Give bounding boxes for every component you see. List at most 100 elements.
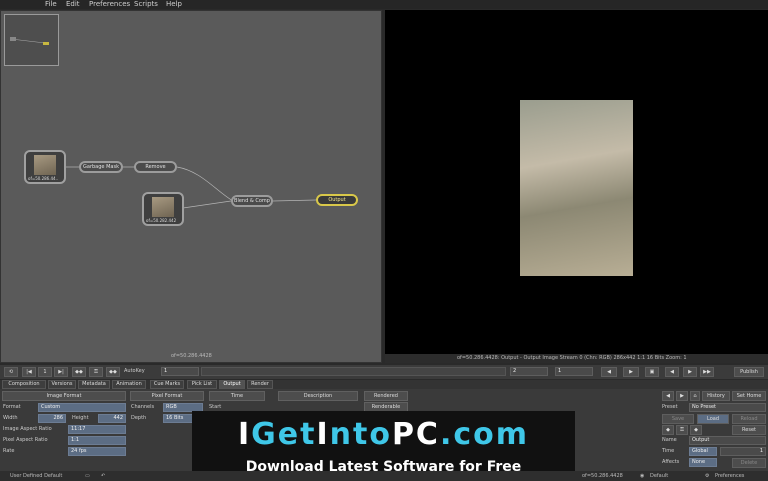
menu-help[interactable]: Help [166,0,182,9]
image-aspect-field[interactable]: 11:17 [68,425,126,434]
viewer-status: of=50.286.4428: Output - Output Image St… [385,354,768,363]
source-node-1[interactable]: of=50.286.44.. [24,150,66,184]
node-connections [63,166,317,209]
tab-animation[interactable]: Animation [112,380,146,389]
menu-preferences[interactable]: Preferences [89,0,130,9]
preferences-icon: ⚙ [705,473,710,479]
preferences-label[interactable]: Preferences [715,471,744,481]
logo-part: PC [391,417,440,452]
autokey-label[interactable]: AutoKey [124,368,145,374]
menu-scripts[interactable]: Scripts [134,0,158,9]
frame-end-field[interactable]: 1 [555,367,593,376]
property-tabs: Composition Versions Metadata Animation … [0,380,768,389]
rate-select[interactable]: 24 fps [68,447,126,456]
keyframe-next-button[interactable]: ◆◆ [106,367,120,377]
height-field[interactable]: 442 [98,414,126,423]
logo-part: nto [329,417,392,452]
menu-bar: File Edit Preferences Scripts Help [0,0,768,9]
tab-metadata[interactable]: Metadata [78,380,110,389]
key-icon[interactable]: ⚿ [676,425,688,435]
frame-one-button[interactable]: 1 [38,367,52,377]
globe-icon: ◉ [640,473,645,479]
default-label[interactable]: Default [650,471,668,481]
tab-pick-list[interactable]: Pick List [187,380,217,389]
height-label: Height [72,415,89,421]
description-header: Description [278,391,358,401]
fast-forward-button[interactable]: ▶▶ [700,367,714,377]
preset-select[interactable]: No Preset [689,403,766,412]
width-field[interactable]: 286 [38,414,66,423]
status-bar: User Defined Default ▭ ↶ of=50.286.4428 … [0,471,768,481]
rate-label: Rate [3,448,15,454]
reload-preset-button[interactable]: Reload [732,414,766,424]
keyframe-icon[interactable]: ◆ [662,425,674,435]
name-field[interactable]: Output [689,436,766,445]
node-remove[interactable]: Remove [134,161,177,173]
pixel-aspect-field[interactable]: 1:1 [68,436,126,445]
affects-select[interactable]: None [689,458,717,467]
tab-output[interactable]: Output [219,380,245,389]
source-node-2[interactable]: of=50.282.442 [142,192,184,226]
node-graph-status: of=50.286.4428 [171,353,212,359]
play-back-button[interactable]: ◀ [601,367,617,377]
node-graph[interactable]: of=50.286.44.. Garbage Mask Remove of=50… [0,10,382,363]
menu-file[interactable]: File [45,0,57,9]
affects-label: Affects [662,459,680,465]
node-blend-comp[interactable]: Blend & Comp [231,195,273,207]
image-viewer[interactable]: of=50.286.4428: Output - Output Image St… [385,10,768,363]
time-number-field[interactable]: 1 [720,447,766,456]
set-home-button[interactable]: Set Home [732,391,766,401]
name-label: Name [662,437,677,443]
watermark-logo-text: IGetIntoPC.com [192,417,575,452]
back-arrow-icon[interactable]: ◀ [662,391,674,401]
delete-button[interactable]: Delete [732,458,766,468]
source-thumbnail [152,197,174,217]
publish-button[interactable]: Publish [734,367,764,377]
time-bar: ⟲ |◀ 1 ▶| ◆◆ ⚿ ◆◆ AutoKey 1 2 1 ◀ ▶ ▣ ◀ … [0,365,768,379]
tab-versions[interactable]: Versions [48,380,76,389]
logo-part: I [237,417,252,452]
load-preset-button[interactable]: Load [697,414,729,424]
monitor-icon[interactable]: ▭ [85,471,90,481]
keyframe-next-icon[interactable]: ◆ [690,425,702,435]
loop-button[interactable]: ⟲ [4,367,18,377]
tab-composition[interactable]: Composition [2,380,46,389]
last-frame-button[interactable]: ▶| [54,367,68,377]
history-button[interactable]: History [702,391,730,401]
stop-button[interactable]: ▣ [645,367,659,377]
frame-current-field[interactable]: 2 [510,367,548,376]
node-garbage-mask[interactable]: Garbage Mask [79,161,123,173]
time-label: Time [662,448,675,454]
home-icon[interactable]: ⌂ [690,391,700,401]
preset-label: Preset [662,404,678,410]
keyframe-prev-button[interactable]: ◆◆ [72,367,86,377]
format-label: Format [3,404,21,410]
channels-label: Channels [131,404,155,410]
node-output[interactable]: Output [316,194,358,206]
undo-icon[interactable]: ↶ [101,471,105,481]
status-info: of=50.286.4428 [582,473,623,479]
layout-preset-label[interactable]: User Defined Default [10,471,62,481]
pixel-format-header: Pixel Format [130,391,204,401]
frame-start-field[interactable]: 1 [161,367,199,376]
logo-part: .com [439,417,530,452]
step-forward-button[interactable]: ▶ [683,367,697,377]
format-select[interactable]: Custom [38,403,126,412]
save-preset-button[interactable]: Save [662,414,694,424]
source-node-label: of=50.282.442 [146,218,177,223]
width-label: Width [3,415,18,421]
menu-edit[interactable]: Edit [66,0,80,9]
pixel-aspect-label: Pixel Aspect Ratio [3,437,48,443]
tab-render[interactable]: Render [247,380,273,389]
step-back-button[interactable]: ◀ [665,367,679,377]
start-label: Start [209,404,222,410]
timeline-slider[interactable] [201,367,506,376]
forward-arrow-icon[interactable]: ▶ [676,391,688,401]
tab-cue-marks[interactable]: Cue Marks [150,380,184,389]
reset-button[interactable]: Reset [732,425,766,435]
key-icon[interactable]: ⚿ [89,367,103,377]
time-select[interactable]: Global [689,447,717,456]
image-format-header: Image Format [2,391,126,401]
play-forward-button[interactable]: ▶ [623,367,639,377]
first-frame-button[interactable]: |◀ [22,367,36,377]
